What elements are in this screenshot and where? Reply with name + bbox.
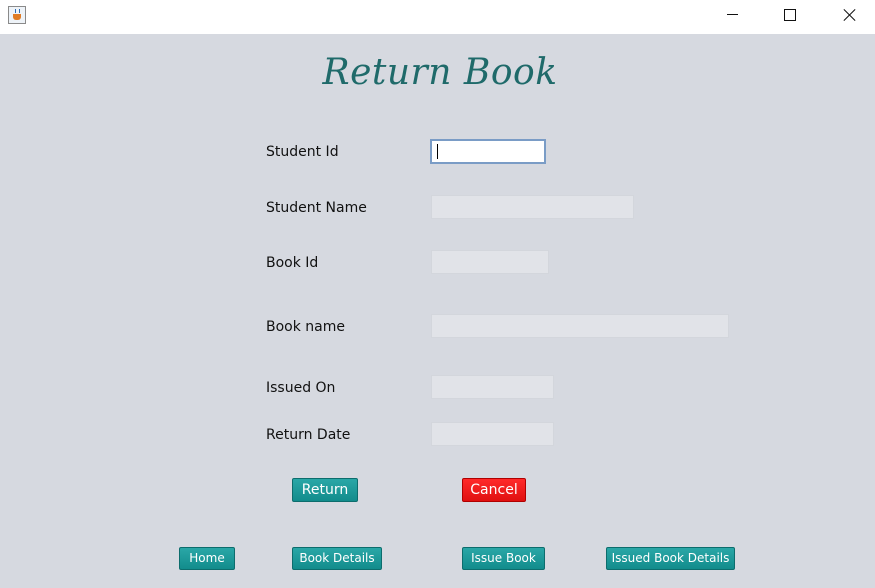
close-button[interactable] [826, 0, 872, 30]
issue-book-button[interactable]: Issue Book [462, 547, 545, 570]
book-id-label: Book Id [266, 255, 319, 271]
minimize-button[interactable] [710, 0, 756, 30]
student-id-field[interactable] [430, 139, 546, 164]
maximize-icon [784, 9, 796, 21]
return-date-label: Return Date [266, 427, 351, 443]
page-title: Return Book [322, 52, 558, 93]
minimize-icon [727, 14, 738, 15]
student-name-field[interactable] [431, 195, 634, 219]
java-cup-icon [8, 6, 26, 24]
cancel-button[interactable]: Cancel [462, 478, 526, 502]
book-name-field[interactable] [431, 314, 729, 338]
issued-on-label: Issued On [266, 380, 336, 396]
title-bar [0, 0, 875, 34]
home-button[interactable]: Home [179, 547, 235, 570]
text-caret [437, 144, 438, 159]
book-details-button[interactable]: Book Details [292, 547, 382, 570]
student-id-label: Student Id [266, 144, 339, 160]
book-id-field[interactable] [431, 250, 549, 274]
return-button[interactable]: Return [292, 478, 358, 502]
return-book-window: Return Book Student Id Student Name Book… [0, 0, 875, 588]
issued-book-details-button[interactable]: Issued Book Details [606, 547, 735, 570]
book-name-label: Book name [266, 319, 345, 335]
close-icon [843, 8, 857, 22]
student-name-label: Student Name [266, 200, 367, 216]
maximize-button[interactable] [766, 0, 812, 30]
issued-on-field[interactable] [431, 375, 554, 399]
return-date-field[interactable] [431, 422, 554, 446]
